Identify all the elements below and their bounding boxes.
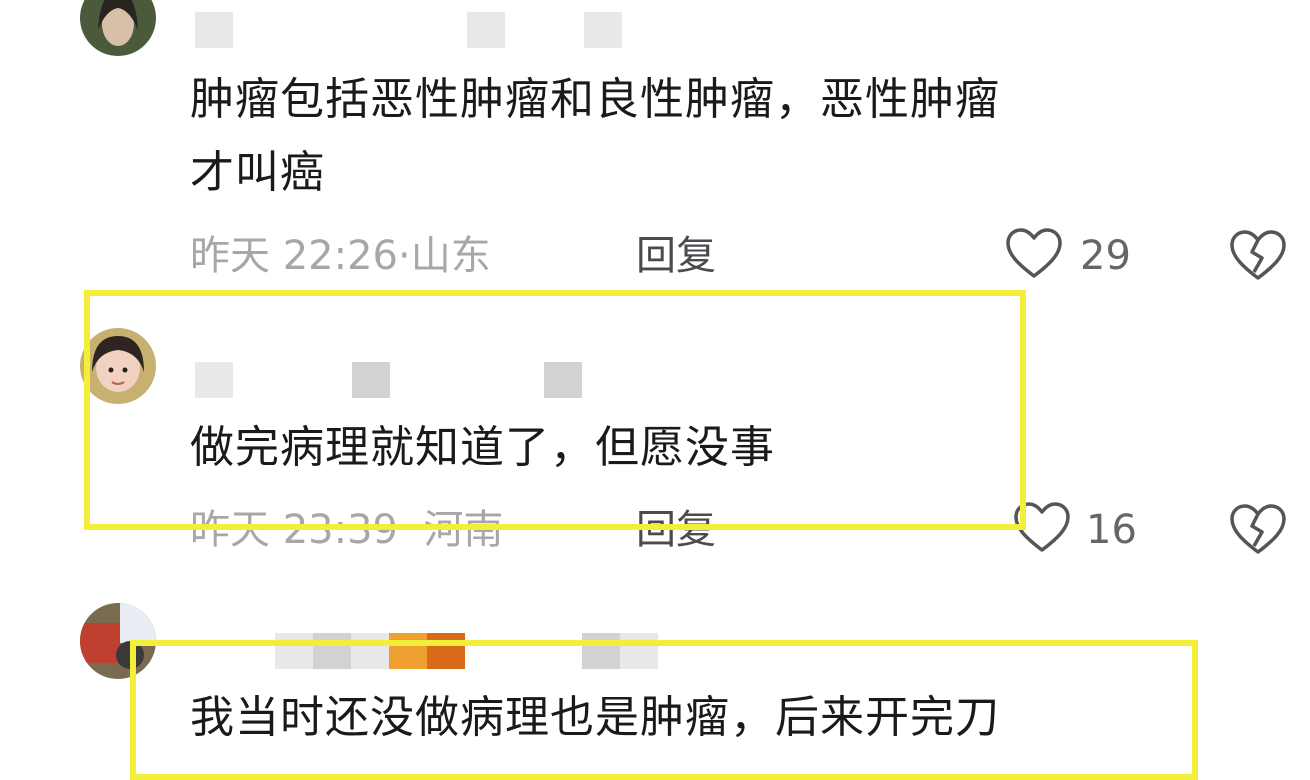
- username-blur: [584, 12, 622, 48]
- username-blur: [195, 12, 233, 48]
- comment-time: 昨天 22:26: [190, 233, 398, 279]
- heart-outline-icon[interactable]: [1004, 226, 1064, 280]
- like-count: 16: [1086, 507, 1137, 553]
- comment-text: 才叫癌: [190, 147, 325, 198]
- highlight-box: [84, 290, 1026, 530]
- comment-text: 肿瘤包括恶性肿瘤和良性肿瘤，恶性肿瘤: [190, 74, 1000, 125]
- avatar[interactable]: [80, 0, 156, 56]
- like-count: 29: [1080, 233, 1131, 279]
- meta-separator: ·: [398, 233, 411, 279]
- comment-location: 山东: [410, 233, 491, 279]
- broken-heart-icon[interactable]: [1228, 226, 1288, 282]
- highlight-box: [130, 640, 1198, 780]
- reply-button[interactable]: 回复: [636, 231, 716, 281]
- comment-meta: 昨天 22:26·山东: [190, 231, 491, 281]
- username-blur: [467, 12, 505, 48]
- broken-heart-icon[interactable]: [1228, 500, 1288, 556]
